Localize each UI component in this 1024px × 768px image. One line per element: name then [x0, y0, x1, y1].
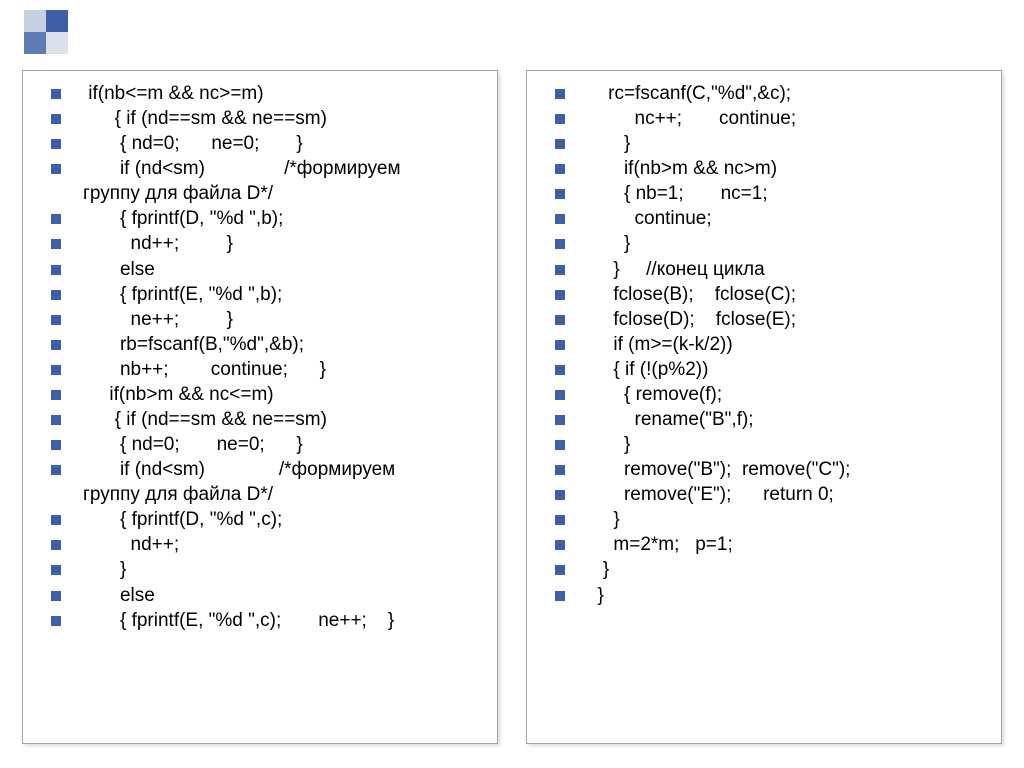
code-line: fclose(D); fclose(E);: [541, 307, 987, 332]
code-line: remove("E"); return 0;: [541, 482, 987, 507]
code-line-wrap: группу для файла D*/: [37, 482, 483, 507]
code-line: if (nd<sm) /*формируем: [37, 457, 483, 482]
left-column: if(nb<=m && nc>=m) { if (nd==sm && ne==s…: [22, 70, 498, 744]
code-line: { remove(f);: [541, 382, 987, 407]
code-line: }: [541, 507, 987, 532]
code-line: { nd=0; ne=0; }: [37, 432, 483, 457]
code-line: }: [541, 557, 987, 582]
code-line: nd++; }: [37, 231, 483, 256]
code-line: }: [541, 583, 987, 608]
code-line: else: [37, 257, 483, 282]
code-line: else: [37, 583, 483, 608]
code-line: if(nb>m && nc>m): [541, 156, 987, 181]
code-line: { fprintf(D, "%d ",c);: [37, 507, 483, 532]
code-line: { nb=1; nc=1;: [541, 181, 987, 206]
code-line: if (m>=(k-k/2)): [541, 332, 987, 357]
code-line: nb++; continue; }: [37, 357, 483, 382]
code-line: { fprintf(E, "%d ",b);: [37, 282, 483, 307]
code-line: nc++; continue;: [541, 106, 987, 131]
code-line: }: [37, 557, 483, 582]
code-line: rc=fscanf(C,"%d",&c);: [541, 81, 987, 106]
code-line: ne++; }: [37, 307, 483, 332]
code-line-wrap: группу для файла D*/: [37, 181, 483, 206]
code-line: rb=fscanf(B,"%d",&b);: [37, 332, 483, 357]
code-line: if(nb<=m && nc>=m): [37, 81, 483, 106]
code-line: remove("B"); remove("C");: [541, 457, 987, 482]
code-line: rename("B",f);: [541, 407, 987, 432]
code-line: { if (nd==sm && ne==sm): [37, 407, 483, 432]
code-line: }: [541, 432, 987, 457]
code-line: { if (nd==sm && ne==sm): [37, 106, 483, 131]
code-line: if (nd<sm) /*формируем: [37, 156, 483, 181]
code-line: continue;: [541, 206, 987, 231]
slide-body: if(nb<=m && nc>=m) { if (nd==sm && ne==s…: [22, 70, 1002, 744]
code-list-left: if(nb<=m && nc>=m) { if (nd==sm && ne==s…: [37, 81, 483, 633]
code-line: { fprintf(E, "%d ",c); ne++; }: [37, 608, 483, 633]
code-line: { nd=0; ne=0; }: [37, 131, 483, 156]
code-line: m=2*m; p=1;: [541, 532, 987, 557]
code-line: } //конец цикла: [541, 257, 987, 282]
code-line: fclose(B); fclose(C);: [541, 282, 987, 307]
code-line: { fprintf(D, "%d ",b);: [37, 206, 483, 231]
code-line: }: [541, 231, 987, 256]
code-line: if(nb>m && nc<=m): [37, 382, 483, 407]
code-line: nd++;: [37, 532, 483, 557]
code-line: }: [541, 131, 987, 156]
code-list-right: rc=fscanf(C,"%d",&c); nc++; continue; } …: [541, 81, 987, 608]
code-line: { if (!(p%2)): [541, 357, 987, 382]
right-column: rc=fscanf(C,"%d",&c); nc++; continue; } …: [526, 70, 1002, 744]
